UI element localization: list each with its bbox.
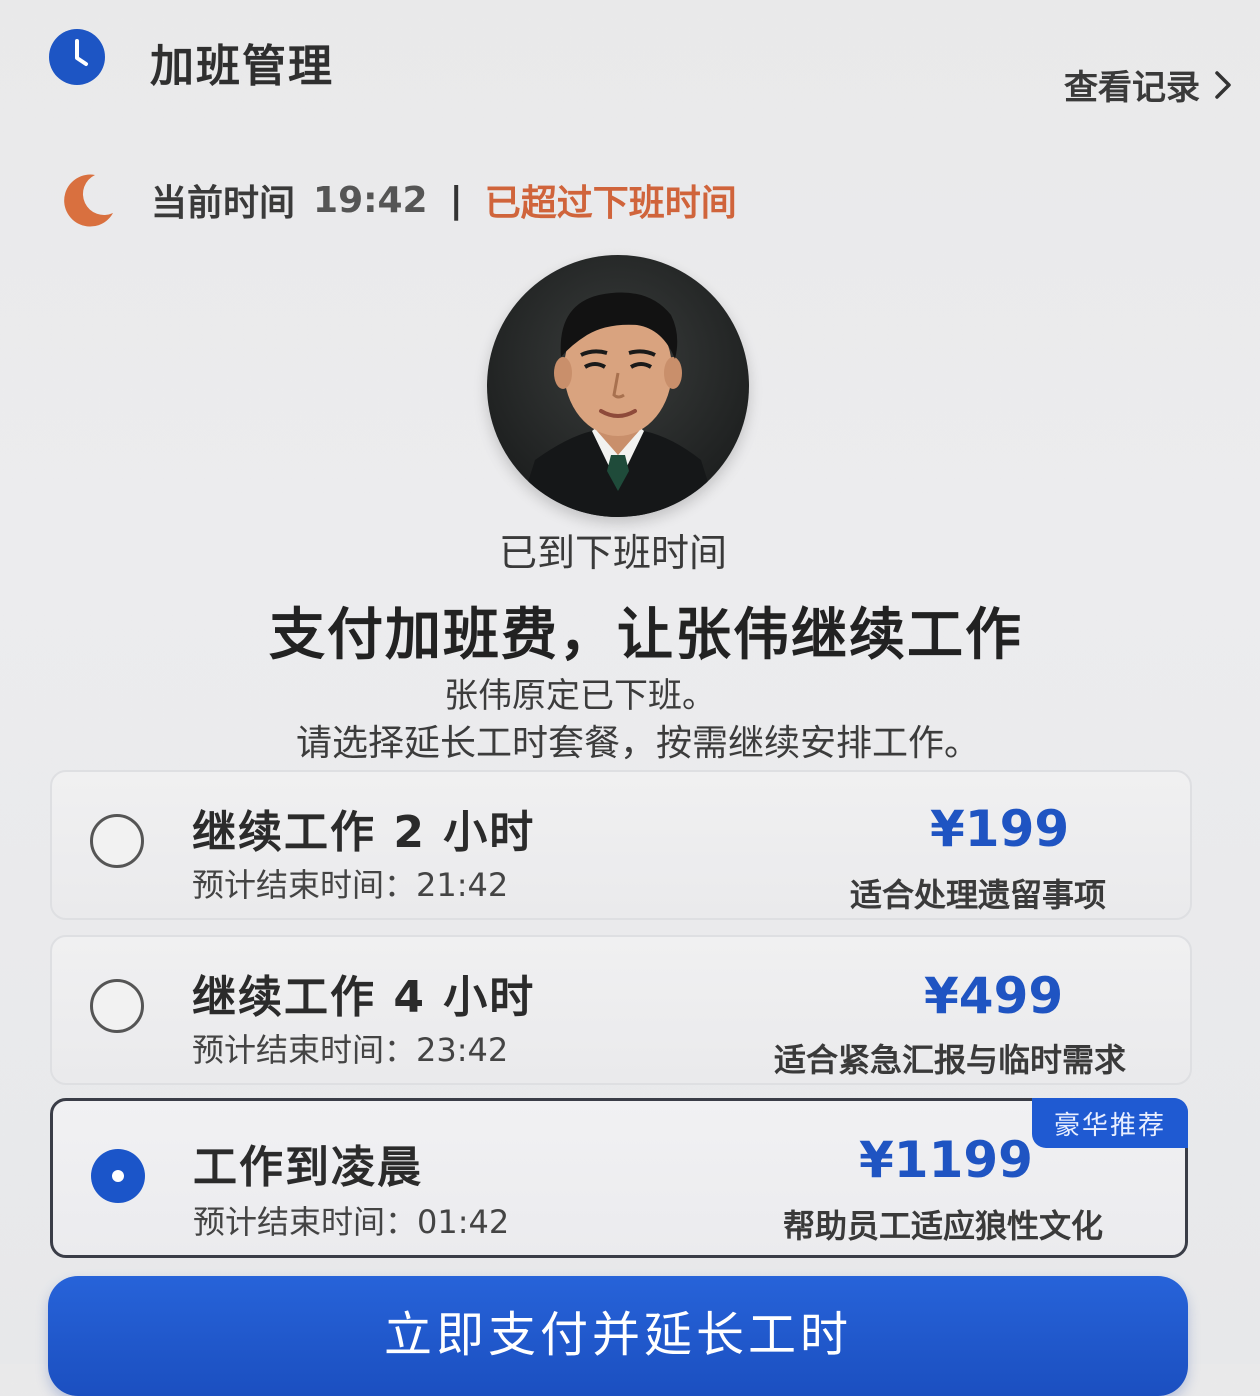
recommended-badge: 豪华推荐	[1032, 1098, 1188, 1148]
plan-price: ¥499	[924, 967, 1064, 1025]
view-history-label: 查看记录	[1064, 68, 1200, 108]
radio-button-selected[interactable]	[91, 1149, 145, 1203]
page-heading: 支付加班费，让张伟继续工作	[269, 603, 1023, 668]
app-title: 加班管理	[150, 41, 334, 92]
avatar	[487, 255, 749, 517]
plan-option-4h[interactable]: 继续工作 4 小时 预计结束时间：23:42 ¥499 适合紧急汇报与临时需求	[50, 935, 1192, 1085]
plan-price: ¥1199	[859, 1131, 1033, 1189]
plan-end-time: 预计结束时间：01:42	[193, 1203, 510, 1241]
plan-option-2h[interactable]: 继续工作 2 小时 预计结束时间：21:42 ¥199 适合处理遗留事项	[50, 770, 1192, 920]
status-separator: |	[449, 179, 463, 221]
plan-option-until-dawn[interactable]: 工作到凌晨 预计结束时间：01:42 ¥1199 帮助员工适应狼性文化 豪华推荐	[50, 1098, 1188, 1258]
plan-note: 帮助员工适应狼性文化	[783, 1207, 1104, 1245]
overtime-warning: 已超过下班时间	[484, 183, 737, 224]
chevron-right-icon	[1214, 70, 1232, 100]
plan-title: 工作到凌晨	[193, 1142, 423, 1193]
clock-icon	[48, 28, 106, 86]
plan-note: 适合处理遗留事项	[850, 876, 1107, 914]
pay-and-extend-button[interactable]: 立即支付并延长工时	[48, 1276, 1188, 1396]
radio-button-unselected[interactable]	[90, 979, 144, 1033]
view-history-link[interactable]: 查看记录	[1064, 60, 1232, 109]
current-time-value: 19:42	[313, 179, 428, 221]
description-line-2: 请选择延长工时套餐，按需继续安排工作。	[295, 723, 980, 764]
moon-icon	[55, 169, 117, 231]
current-time-label: 当前时间	[151, 183, 296, 224]
plan-price: ¥199	[930, 800, 1070, 858]
off-work-status: 已到下班时间	[498, 531, 727, 575]
description-line-1: 张伟原定已下班。	[444, 676, 716, 716]
plan-title: 继续工作 2 小时	[192, 807, 536, 858]
app-header: 加班管理 查看记录	[0, 0, 1260, 130]
plan-title: 继续工作 4 小时	[192, 972, 536, 1023]
time-status-row: 当前时间 19:42 | 已超过下班时间	[55, 165, 737, 235]
plan-end-time: 预计结束时间：21:42	[192, 866, 509, 904]
plan-note: 适合紧急汇报与临时需求	[774, 1041, 1127, 1079]
radio-button-unselected[interactable]	[90, 814, 144, 868]
plan-end-time: 预计结束时间：23:42	[192, 1031, 509, 1069]
